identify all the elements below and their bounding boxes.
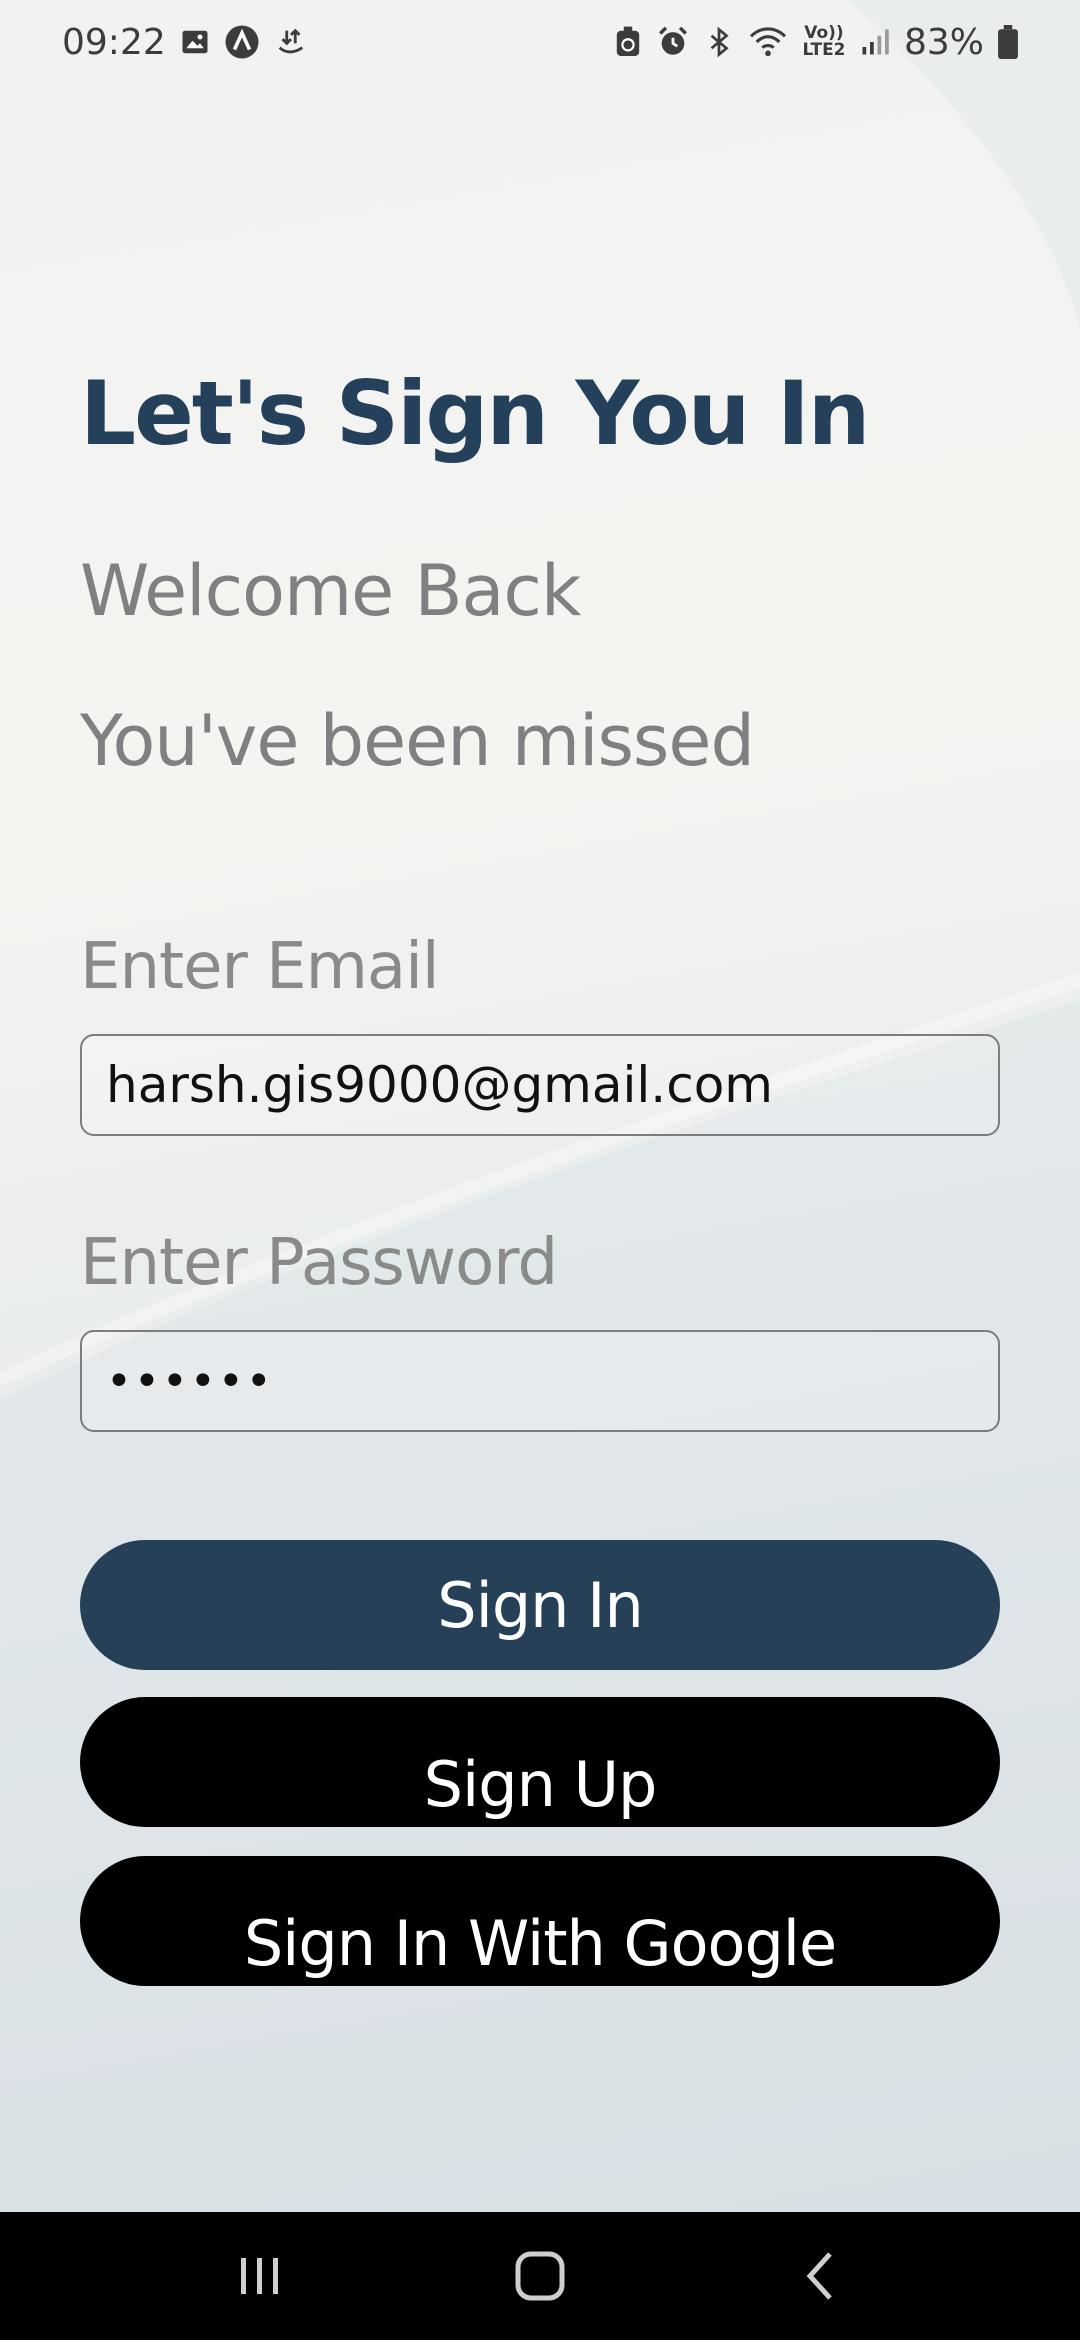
email-input[interactable] [106,1056,974,1114]
signal-icon [860,25,890,59]
password-input[interactable]: •••••• [106,1356,274,1407]
alarm-icon [656,25,690,59]
battery-percent: 83% [903,21,984,63]
back-icon[interactable] [760,2226,880,2326]
battery-icon [998,25,1018,59]
sign-up-label: Sign Up [423,1747,658,1821]
email-label: Enter Email [80,930,440,1004]
status-bar: 09:22 Vo)) LTE2 83% [0,0,1080,84]
bluetooth-icon [704,25,734,59]
sign-in-label: Sign In [437,1568,644,1642]
password-field[interactable]: •••••• [80,1330,1000,1432]
welcome-subtitle: Welcome Back [80,550,581,632]
password-label: Enter Password [80,1226,558,1300]
google-sign-in-button[interactable]: Sign In With Google [80,1856,1000,1986]
sign-in-button[interactable]: Sign In [80,1540,1000,1670]
email-field[interactable] [80,1034,1000,1136]
status-right: Vo)) LTE2 83% [614,22,1018,63]
network-label: Vo)) LTE2 [802,23,846,60]
transfer-icon [274,25,308,59]
home-icon[interactable] [480,2226,600,2326]
sign-up-button[interactable]: Sign Up [80,1697,1000,1827]
status-left: 09:22 [62,22,308,63]
gallery-icon [180,27,210,57]
wifi-icon [748,25,788,59]
status-time: 09:22 [62,21,166,63]
navigation-bar [0,2212,1080,2340]
app-a-icon [224,24,260,60]
missed-subtitle: You've been missed [80,700,755,782]
page-title: Let's Sign You In [80,362,870,465]
recycle-icon [614,25,642,59]
recents-icon[interactable] [200,2226,320,2326]
google-sign-in-label: Sign In With Google [243,1906,837,1980]
